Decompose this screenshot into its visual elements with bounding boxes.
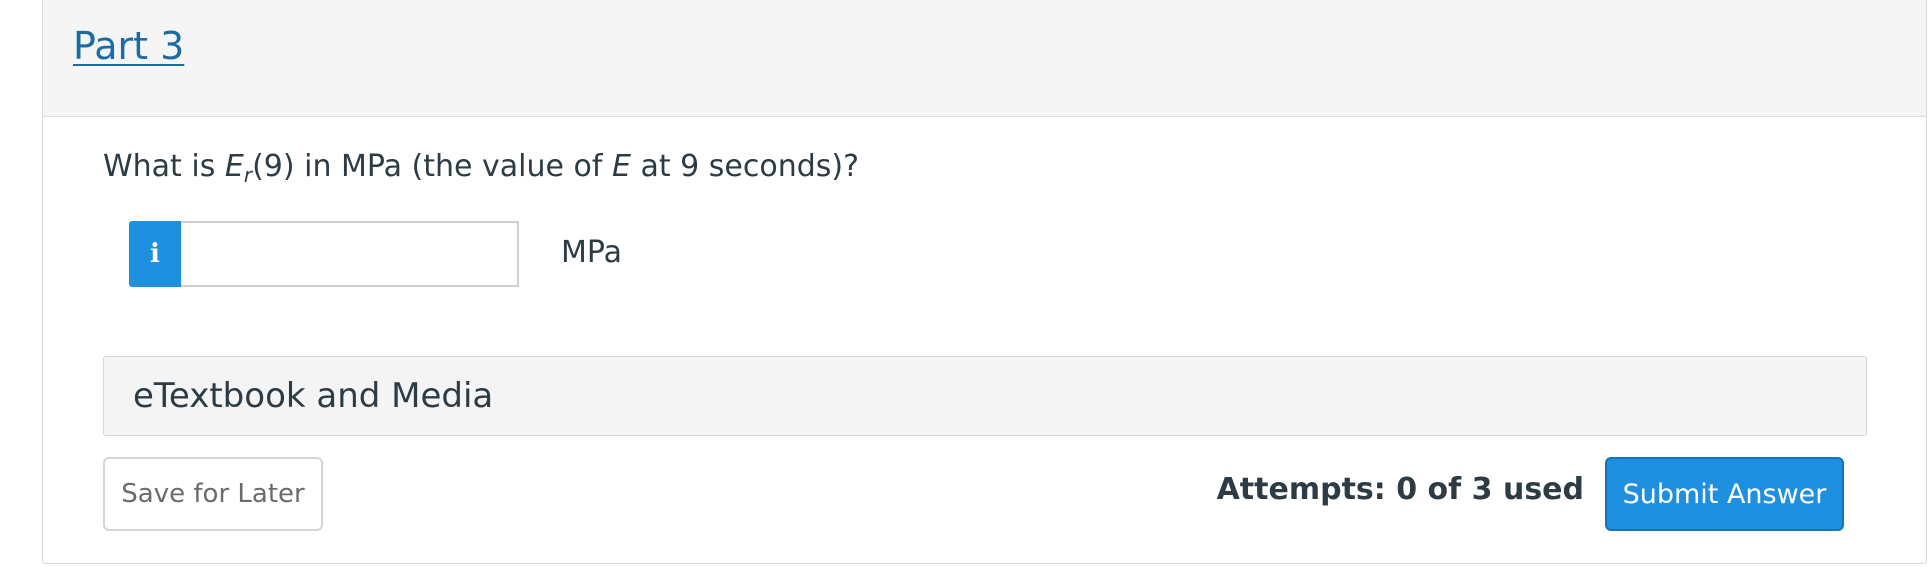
panel-header: Part 3 — [43, 0, 1926, 117]
question-text: What is Er(9) in MPa (the value of E at … — [103, 149, 860, 187]
unit-label: MPa — [561, 235, 623, 270]
part-title-link[interactable]: Part 3 — [73, 24, 184, 68]
question-italic-e: E — [611, 149, 631, 184]
info-icon[interactable]: i — [129, 221, 181, 287]
attempts-counter: Attempts: 0 of 3 used — [1216, 472, 1584, 507]
question-middle: (9) in MPa (the value of — [252, 149, 612, 184]
question-panel: Part 3 What is Er(9) in MPa (the value o… — [42, 0, 1927, 564]
question-prefix: What is — [103, 149, 225, 184]
save-for-later-button[interactable]: Save for Later — [103, 457, 323, 531]
question-subscript: r — [243, 163, 253, 187]
question-suffix: at 9 seconds)? — [630, 149, 860, 184]
answer-input[interactable] — [181, 221, 519, 287]
etextbook-label: eTextbook and Media — [133, 376, 494, 416]
etextbook-and-media-section[interactable]: eTextbook and Media — [103, 356, 1867, 436]
question-variable: E — [224, 149, 244, 184]
submit-answer-button[interactable]: Submit Answer — [1605, 457, 1844, 531]
answer-field-group: i — [129, 221, 519, 287]
